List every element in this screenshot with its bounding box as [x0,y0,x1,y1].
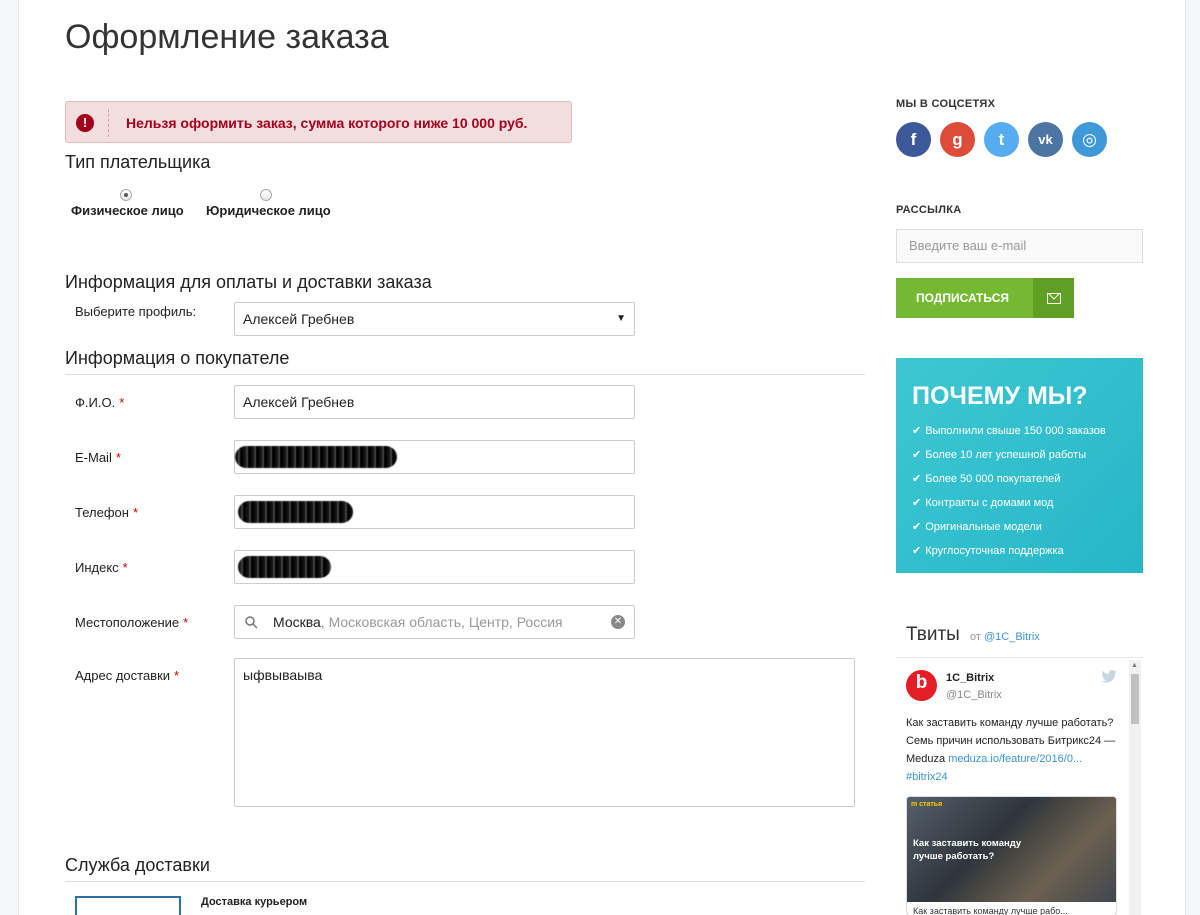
twitter-bird-icon[interactable] [1101,670,1117,683]
list-item: ✔ Выполнили свыше 150 000 заказов [912,425,1106,437]
list-item: ✔ Более 10 лет успешной работы [912,449,1087,461]
tweet-card-brand: m статья [911,801,943,808]
timeline-scrollbar[interactable]: ▲ [1129,660,1141,915]
section-divider [65,374,865,375]
email-label: E-Mail * [75,450,121,465]
newsletter-email-input[interactable]: Введите ваш e-mail [896,229,1143,263]
profile-label: Выберите профиль: [75,304,197,319]
tweet-author[interactable]: 1C_Bitrix [946,672,994,684]
location-city: Москва [273,614,321,630]
vk-icon[interactable]: vk [1028,122,1063,157]
search-icon [245,616,258,629]
phone-label: Телефон * [75,505,138,520]
chevron-down-icon: ▼ [616,313,626,324]
delivery-heading: Служба доставки [65,855,210,875]
tweet-text: Как заставить команду лучше работать? Се… [906,717,1116,783]
twitter-timeline: 1C_Bitrix @1C_Bitrix Как заставить коман… [896,657,1143,915]
redacted-scribble [238,556,331,578]
error-message: Нельзя оформить заказ, сумма которого ни… [126,115,528,131]
list-item: ✔ Оригинальные модели [912,521,1042,533]
tweets-from-link[interactable]: @1C_Bitrix [984,631,1040,643]
envelope-icon [1033,278,1074,318]
profile-select[interactable]: Алексей Гребнев ▼ [234,302,635,336]
why-us-title: ПОЧЕМУ МЫ? [912,382,1088,410]
newsletter-heading: РАССЫЛКА [896,204,962,216]
list-item: ✔ Круглосуточная поддержка [912,545,1064,557]
address-textarea[interactable]: ыфвываыва [234,658,855,807]
check-icon: ✔ [912,425,922,437]
google-plus-icon[interactable]: g [940,122,975,157]
location-label: Местоположение * [75,615,189,630]
location-input[interactable]: Москва, Московская область, Центр, Росси… [234,605,635,639]
buyer-info-heading: Информация о покупателе [65,348,290,368]
page-container: Оформление заказа ! Нельзя оформить зака… [18,0,1186,915]
index-input[interactable] [234,550,635,584]
social-heading: МЫ В СОЦСЕТЯХ [896,98,996,110]
section-divider [65,881,865,882]
tweet-handle[interactable]: @1C_Bitrix [946,689,1002,701]
error-alert: ! Нельзя оформить заказ, сумма которого … [65,101,572,143]
email-input[interactable] [234,440,635,474]
tweets-title: Твиты [906,624,960,645]
clear-icon[interactable]: ✕ [611,615,625,629]
profile-select-value: Алексей Гребнев [243,311,355,327]
scrollbar-thumb[interactable] [1131,674,1139,724]
scroll-up-icon[interactable]: ▲ [1131,662,1138,669]
fio-input[interactable]: Алексей Гребнев [234,385,635,419]
list-item: ✔ Контракты с домами мод [912,497,1054,509]
index-label: Индекс * [75,560,128,575]
subscribe-button-label: ПОДПИСАТЬСЯ [916,291,1009,305]
avatar[interactable] [906,670,937,701]
payment-info-heading: Информация для оплаты и доставки заказа [65,272,432,292]
check-icon: ✔ [912,545,922,557]
check-icon: ✔ [912,449,922,461]
radio-individual-label[interactable]: Физическое лицо [71,203,184,218]
tweet-media-card[interactable]: m статья Как заставить команду лучше раб… [906,796,1117,915]
delivery-option-name[interactable]: Доставка курьером [201,896,307,908]
tweet-hashtag[interactable]: #bitrix24 [906,771,948,783]
check-icon: ✔ [912,497,922,509]
tweet-card-title: Как заставить команду лучше рабо... [907,902,1116,915]
tweet-link[interactable]: meduza.io/feature/2016/0... [948,753,1082,765]
alert-divider [108,109,109,137]
fio-label: Ф.И.О. * [75,395,125,410]
redacted-scribble [238,501,353,523]
check-icon: ✔ [912,521,922,533]
delivery-option-logo[interactable] [75,896,181,915]
page-title: Оформление заказа [65,18,389,56]
phone-input[interactable] [234,495,635,529]
why-us-banner: ПОЧЕМУ МЫ? ✔ Выполнили свыше 150 000 зака… [896,358,1143,573]
address-label: Адрес доставки * [75,668,180,683]
instagram-icon[interactable]: ◎ [1072,122,1107,157]
tweets-from: от @1C_Bitrix [970,631,1040,643]
redacted-scribble [235,446,397,468]
twitter-icon[interactable]: t [984,122,1019,157]
subscribe-button[interactable]: ПОДПИСАТЬСЯ [896,278,1074,318]
why-us-list: ✔ Выполнили свыше 150 000 заказов ✔ Более … [912,424,1106,568]
payer-type-heading: Тип плательщика [65,152,211,172]
list-item: ✔ Более 50 000 покупателей [912,473,1061,485]
check-icon: ✔ [912,473,922,485]
radio-legal-entity[interactable] [260,189,272,201]
facebook-icon[interactable]: f [896,122,931,157]
location-region: , Московская область, Центр, Россия [320,614,563,630]
error-icon: ! [76,114,94,132]
radio-individual[interactable] [120,189,132,201]
tweet-card-caption: Как заставить команду лучше работать? [913,838,1022,862]
radio-legal-entity-label[interactable]: Юридическое лицо [206,203,331,218]
